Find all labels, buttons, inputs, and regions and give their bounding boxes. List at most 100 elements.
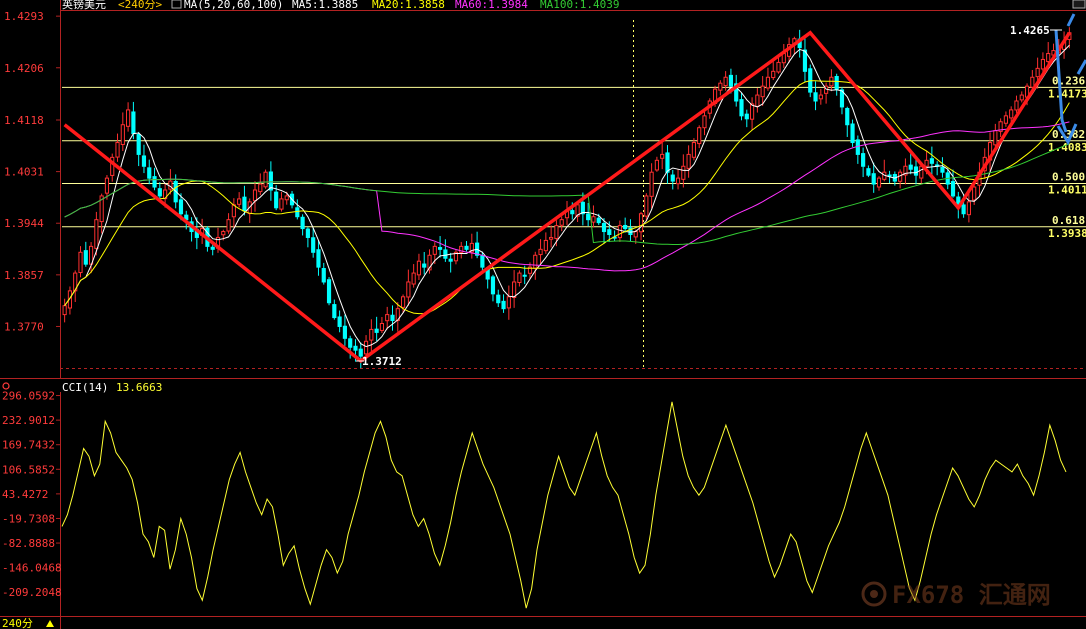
corner-icon[interactable] xyxy=(1072,0,1086,9)
symbol-title: 英镑美元 xyxy=(62,0,106,11)
trendlines xyxy=(63,30,1071,364)
cci-tick-label: 232.9012 xyxy=(2,414,55,427)
arrow-side-icon xyxy=(1076,59,1086,75)
candle-body xyxy=(972,186,977,201)
candle-body xyxy=(374,328,379,333)
candle-body xyxy=(141,155,147,167)
period-footer-label[interactable]: 240分 xyxy=(2,617,33,629)
candle-body xyxy=(543,239,548,252)
moving-averages xyxy=(64,44,1070,348)
candle-body xyxy=(464,245,469,250)
fib-price-label: 1.3938 xyxy=(1048,227,1086,240)
candle-body xyxy=(871,173,876,185)
candle-body xyxy=(913,166,919,176)
candle-body xyxy=(284,195,289,201)
candle-body xyxy=(549,236,554,240)
candle-body xyxy=(961,204,966,215)
candle-body xyxy=(131,111,136,135)
cci-tick-label: 43.4272 xyxy=(2,488,48,501)
candle-body xyxy=(62,305,67,316)
candle-body xyxy=(533,254,538,269)
candle-body xyxy=(1003,115,1008,124)
candle-body xyxy=(702,115,707,129)
candle-body xyxy=(274,191,279,209)
cci-tick-label: 296.0592 xyxy=(2,390,55,403)
candle-body xyxy=(760,85,765,98)
candle-body xyxy=(850,123,855,144)
candle-body xyxy=(617,225,622,239)
candle-body xyxy=(607,229,612,235)
candle-body xyxy=(369,328,374,341)
candle-body xyxy=(353,345,358,351)
cci-tick-label: -82.8888 xyxy=(2,537,55,550)
candle-body xyxy=(147,167,152,179)
candle-body xyxy=(686,153,691,169)
cci-settings-icon[interactable] xyxy=(2,382,10,390)
candle-body xyxy=(924,159,929,167)
period-label: <240分> xyxy=(118,0,162,11)
cci-tick-label: -19.7308 xyxy=(2,512,55,525)
candle-body xyxy=(697,127,702,145)
candle-body xyxy=(311,237,316,253)
candle-body xyxy=(152,176,157,188)
candle-body xyxy=(305,228,310,238)
ma-line xyxy=(64,121,1070,272)
candle-body xyxy=(448,258,453,262)
candle-body xyxy=(490,276,496,295)
cci-series xyxy=(61,401,1067,609)
candle-body xyxy=(586,213,591,221)
candle-body xyxy=(348,338,353,348)
candle-body xyxy=(1030,76,1035,88)
ma-settings-icon[interactable] xyxy=(171,0,182,9)
candle-body xyxy=(908,164,913,170)
candle-body xyxy=(438,247,443,250)
price-tick-label: 1.3770 xyxy=(4,320,44,333)
candle-body xyxy=(321,268,326,283)
price-axis: 1.4293 1.4206 1.4118 1.4031 1.3944 1.3857 1.37… xyxy=(4,10,60,333)
candle-body xyxy=(570,210,575,215)
candle-body xyxy=(771,70,776,79)
fib-ratio-label: 0.500 xyxy=(1052,170,1085,183)
candle-body xyxy=(226,219,231,232)
candle-body xyxy=(966,201,971,216)
candle-body xyxy=(723,76,728,87)
candle-body xyxy=(295,207,300,218)
candle-body xyxy=(522,274,527,277)
candle-body xyxy=(1014,100,1019,111)
candle-body xyxy=(506,296,511,309)
footer: 240分 xyxy=(2,617,54,629)
candle-body xyxy=(501,300,506,310)
price-tick-label: 1.4206 xyxy=(4,62,44,75)
candle-body xyxy=(512,281,517,298)
candle-body xyxy=(178,199,184,215)
candle-body xyxy=(242,196,247,212)
candle-body xyxy=(718,82,723,91)
candle-body xyxy=(115,142,120,158)
candle-body xyxy=(845,107,850,126)
candle-body xyxy=(78,251,83,274)
candle-body xyxy=(94,219,99,249)
candle-body xyxy=(326,279,332,304)
candle-body xyxy=(263,171,268,188)
candle-body xyxy=(1035,67,1040,78)
candle-body xyxy=(681,165,686,180)
ma-line xyxy=(64,80,1070,315)
candle-body xyxy=(400,296,406,308)
candle-body xyxy=(337,316,342,327)
price-annotations: 1.4265 1.3712 xyxy=(356,24,1062,368)
candle-body xyxy=(776,61,781,73)
ma20-value: MA20:1.3858 xyxy=(372,0,445,11)
candle-body xyxy=(210,246,215,250)
fib-price-label: 1.4011 xyxy=(1048,183,1086,196)
candle-body xyxy=(1040,58,1046,70)
cci-label: CCI(14) xyxy=(62,381,108,394)
candle-body xyxy=(813,92,818,102)
cci-tick-label: -146.0468 xyxy=(2,562,62,575)
candle-body xyxy=(83,250,88,265)
triangle-up-icon[interactable] xyxy=(46,620,54,627)
candle-body xyxy=(876,177,882,188)
main-panel-frame xyxy=(0,0,1086,379)
candle-body xyxy=(728,74,734,87)
candle-body xyxy=(385,314,390,322)
candle-body xyxy=(411,272,416,285)
